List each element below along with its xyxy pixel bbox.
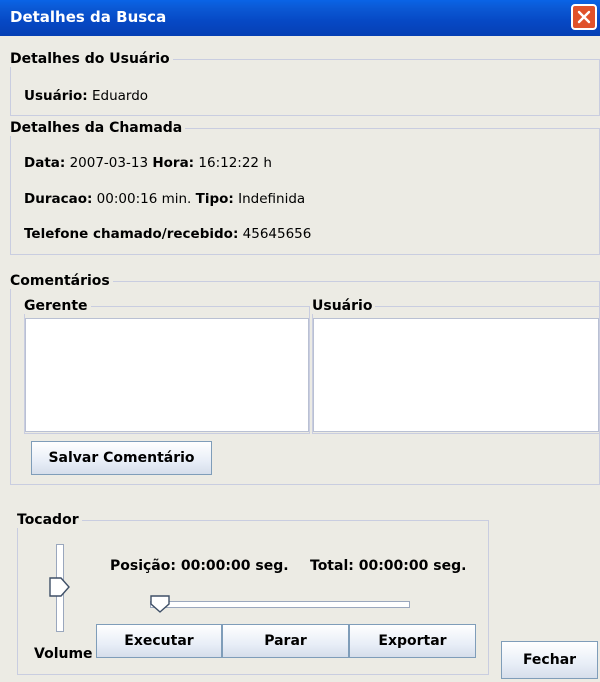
phone-value: 45645656 [242,226,312,242]
seek-track [150,601,410,608]
duration-value: 00:00:16 min. [96,191,192,207]
time-value: 16:12:22 h [198,155,272,171]
duration-label: Duracao: [24,191,93,207]
position-text: Posição: 00:00:00 seg. [110,558,289,574]
manager-comment-textarea[interactable] [25,318,309,432]
user-row: Usuário: Eduardo [24,88,148,104]
window-title: Detalhes da Busca [10,8,167,26]
volume-label: Volume [34,646,93,662]
user-details-legend: Detalhes do Usuário [10,51,170,67]
player-legend: Tocador [17,512,79,528]
manager-legend: Gerente [24,298,88,314]
date-value: 2007-03-13 [69,155,149,171]
type-value: Indefinida [238,191,306,207]
type-label: Tipo: [195,191,234,207]
phone-label: Telefone chamado/recebido: [24,226,239,242]
play-button[interactable]: Executar [96,624,222,658]
comments-legend: Comentários [10,273,110,289]
seek-slider[interactable] [150,595,412,617]
stop-button[interactable]: Parar [222,624,349,658]
seek-thumb[interactable] [150,595,170,615]
time-label: Hora: [152,155,195,171]
date-row: Data: 2007-03-13 Hora: 16:12:22 h [24,155,272,171]
phone-row: Telefone chamado/recebido: 45645656 [24,226,311,242]
call-details-legend: Detalhes da Chamada [10,120,183,136]
close-button[interactable] [571,4,597,30]
user-comment-legend: Usuário [312,298,373,314]
close-dialog-button[interactable]: Fechar [501,641,598,679]
total-text: Total: 00:00:00 seg. [310,558,467,574]
export-button[interactable]: Exportar [349,624,476,658]
save-comment-button[interactable]: Salvar Comentário [31,441,212,475]
user-label: Usuário: [24,88,88,104]
close-icon [577,10,591,24]
user-comment-textarea[interactable] [313,318,599,432]
volume-slider[interactable] [46,544,76,636]
title-bar: Detalhes da Busca [0,0,600,36]
volume-thumb[interactable] [49,577,71,597]
duration-row: Duracao: 00:00:16 min. Tipo: Indefinida [24,191,305,207]
date-label: Data: [24,155,66,171]
user-details-group: Detalhes do Usuário [10,51,600,116]
user-value: Eduardo [91,88,149,104]
